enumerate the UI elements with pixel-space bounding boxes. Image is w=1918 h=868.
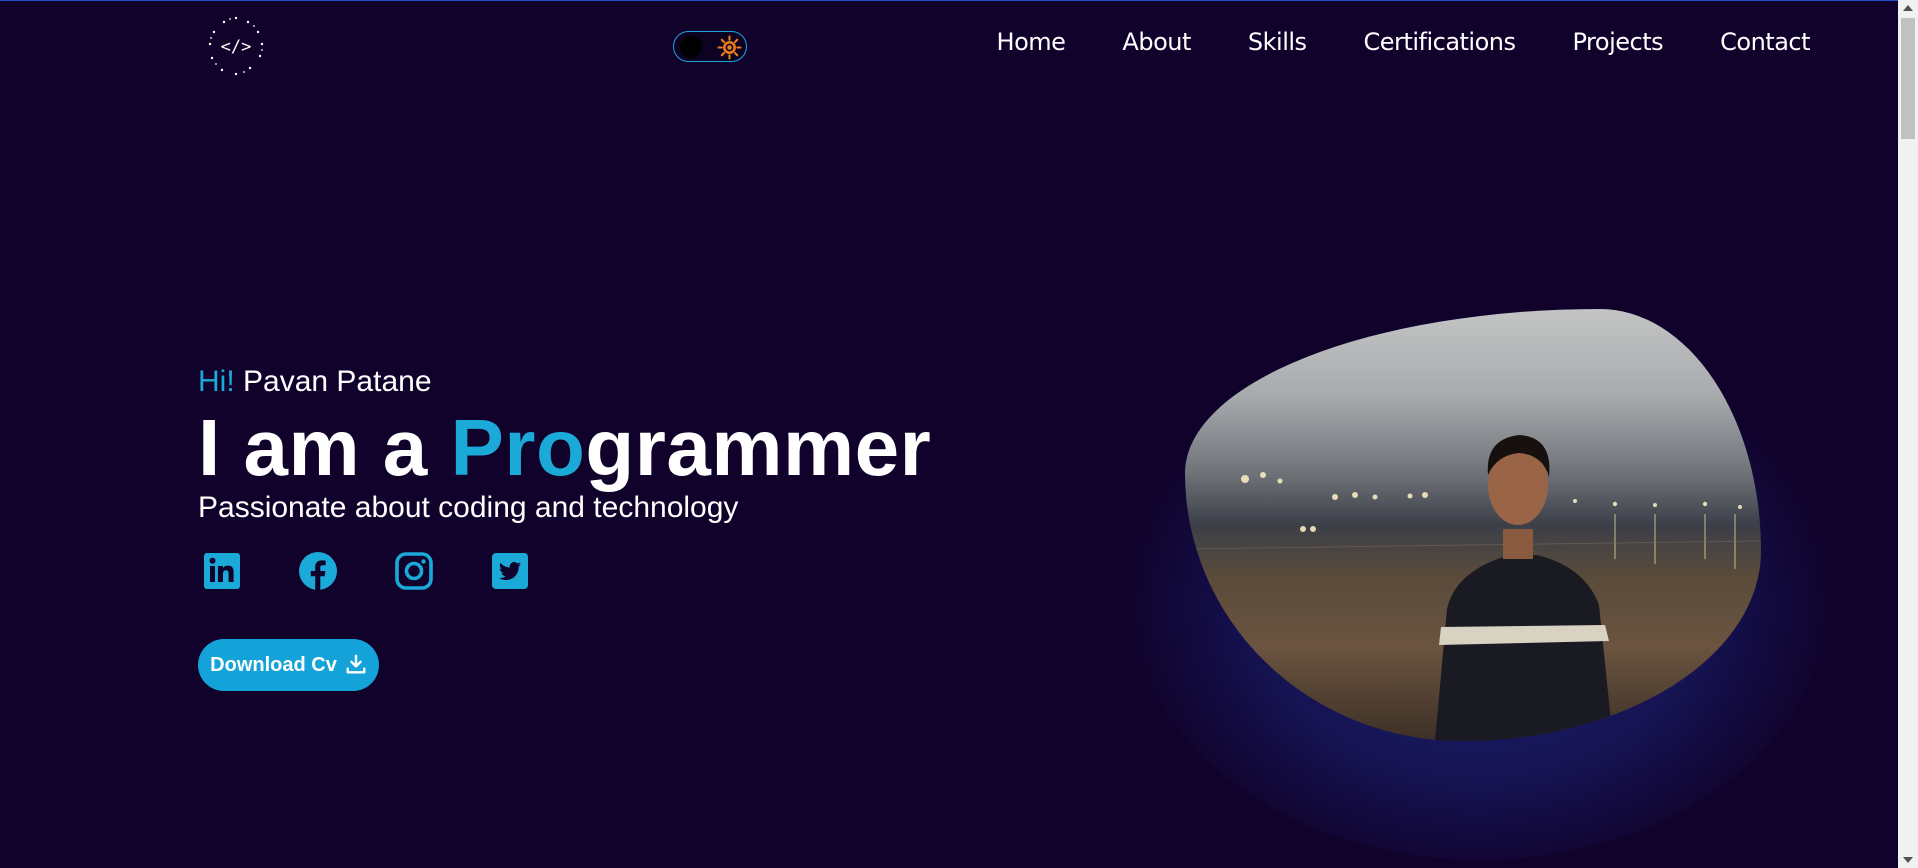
moon-icon [680, 36, 702, 58]
greeting-hi: Hi! [198, 365, 235, 398]
logo[interactable]: </> [204, 14, 268, 78]
nav-about[interactable]: About [1122, 22, 1191, 62]
facebook-icon[interactable] [298, 551, 338, 591]
scroll-up-icon[interactable] [1903, 5, 1913, 11]
headline-accent: Pro [450, 403, 586, 492]
greeting-name: Pavan Patane [243, 365, 432, 398]
tagline: Passionate about coding and technology [198, 491, 739, 524]
nav-home[interactable]: Home [997, 22, 1066, 62]
theme-toggle[interactable] [673, 31, 747, 62]
download-cv-button[interactable]: Download Cv [198, 639, 379, 691]
hero-text: Hi! Pavan Patane I am a Programmer Passi… [198, 360, 931, 528]
nav-projects[interactable]: Projects [1573, 22, 1664, 62]
social-links [202, 551, 586, 591]
instagram-icon[interactable] [394, 551, 434, 591]
download-cv-label: Download Cv [210, 653, 337, 676]
download-icon [346, 654, 366, 674]
headline: I am a Programmer [198, 405, 931, 491]
navbar: </> Home About Skills Certifications Pro… [0, 0, 1898, 94]
nav-contact[interactable]: Contact [1720, 22, 1810, 62]
linkedin-icon[interactable] [202, 551, 242, 591]
code-tag-icon: </> [208, 16, 264, 76]
scrollbar[interactable] [1898, 0, 1918, 868]
nav-skills[interactable]: Skills [1248, 22, 1307, 62]
twitter-icon[interactable] [490, 551, 530, 591]
headline-suffix: grammer [585, 403, 932, 492]
scrollbar-thumb[interactable] [1901, 18, 1915, 139]
nav-certifications[interactable]: Certifications [1364, 22, 1516, 62]
main-nav: Home About Skills Certifications Project… [940, 22, 1811, 62]
profile-photo [1185, 309, 1761, 741]
sun-icon [717, 35, 742, 60]
headline-prefix: I am a [198, 403, 451, 492]
scroll-down-icon[interactable] [1903, 857, 1913, 863]
photo-scene [1185, 435, 1761, 741]
greeting: Hi! Pavan Patane [198, 360, 931, 404]
svg-text:</>: </> [221, 37, 252, 57]
